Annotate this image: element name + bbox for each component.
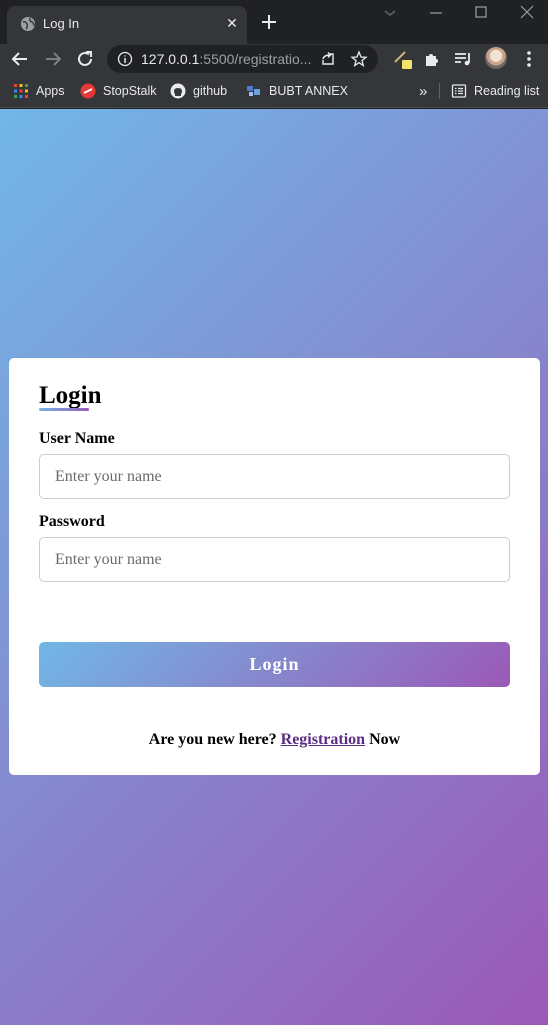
github-icon: [170, 83, 186, 99]
reading-list-button[interactable]: Reading list: [451, 81, 539, 101]
site-info-icon[interactable]: [117, 51, 133, 67]
login-card: Login User Name Password Login Are you n…: [9, 358, 540, 775]
active-tab[interactable]: Log In ✕: [7, 6, 247, 44]
new-tab-icon[interactable]: [258, 11, 280, 33]
address-bar[interactable]: 127.0.0.1:5500/registratio...: [107, 45, 378, 73]
media-queue-icon[interactable]: [452, 48, 474, 70]
forward-arrow-icon[interactable]: [42, 48, 64, 70]
extensions-puzzle-icon[interactable]: [421, 48, 443, 70]
bookmarks-overflow-icon[interactable]: »: [419, 81, 427, 101]
pencil-extension-icon[interactable]: [392, 48, 414, 70]
stopstalk-icon: [80, 83, 96, 99]
bookmark-star-icon[interactable]: [350, 50, 368, 68]
bubt-icon: [247, 86, 260, 96]
tab-title: Log In: [43, 16, 80, 31]
maximize-icon[interactable]: [471, 4, 491, 22]
password-label: Password: [39, 513, 105, 530]
bookmark-apps[interactable]: Apps: [13, 81, 65, 101]
globe-icon: [21, 17, 35, 31]
share-icon[interactable]: [319, 50, 337, 68]
bookmark-stopstalk[interactable]: StopStalk: [80, 81, 157, 101]
bookmarks-bar: Apps StopStalk github BUBT ANNEX » Readi…: [0, 74, 548, 108]
minimize-icon[interactable]: [426, 4, 446, 22]
title-underline: [39, 408, 89, 411]
menu-kebab-icon[interactable]: [518, 48, 540, 70]
apps-grid-icon: [14, 84, 28, 98]
page-title: Login: [39, 382, 102, 409]
signup-suffix: Now: [369, 731, 401, 748]
bookmarks-divider: [439, 83, 440, 99]
login-button[interactable]: Login: [39, 642, 510, 687]
username-input[interactable]: [39, 454, 510, 499]
browser-tab-strip: Log In ✕: [0, 0, 548, 44]
signup-prompt: Are you new here? Registration Now: [9, 731, 540, 749]
reading-list-icon: [451, 84, 467, 98]
browser-toolbar: 127.0.0.1:5500/registratio...: [0, 44, 548, 74]
reload-icon[interactable]: [74, 48, 96, 70]
back-arrow-icon[interactable]: [9, 48, 31, 70]
tab-search-chevron-icon[interactable]: [380, 4, 400, 22]
page-background: Login User Name Password Login Are you n…: [0, 109, 548, 1025]
window-close-icon[interactable]: [517, 4, 537, 22]
registration-link[interactable]: Registration: [281, 731, 365, 748]
password-input[interactable]: [39, 537, 510, 582]
username-label: User Name: [39, 430, 115, 447]
profile-avatar[interactable]: [485, 47, 507, 69]
url-text[interactable]: 127.0.0.1:5500/registratio...: [141, 51, 317, 67]
bookmark-github[interactable]: github: [170, 81, 227, 101]
bookmark-bubt-annex[interactable]: BUBT ANNEX: [246, 81, 348, 101]
tab-close-icon[interactable]: ✕: [223, 14, 241, 32]
signup-prefix: Are you new here?: [148, 731, 277, 748]
